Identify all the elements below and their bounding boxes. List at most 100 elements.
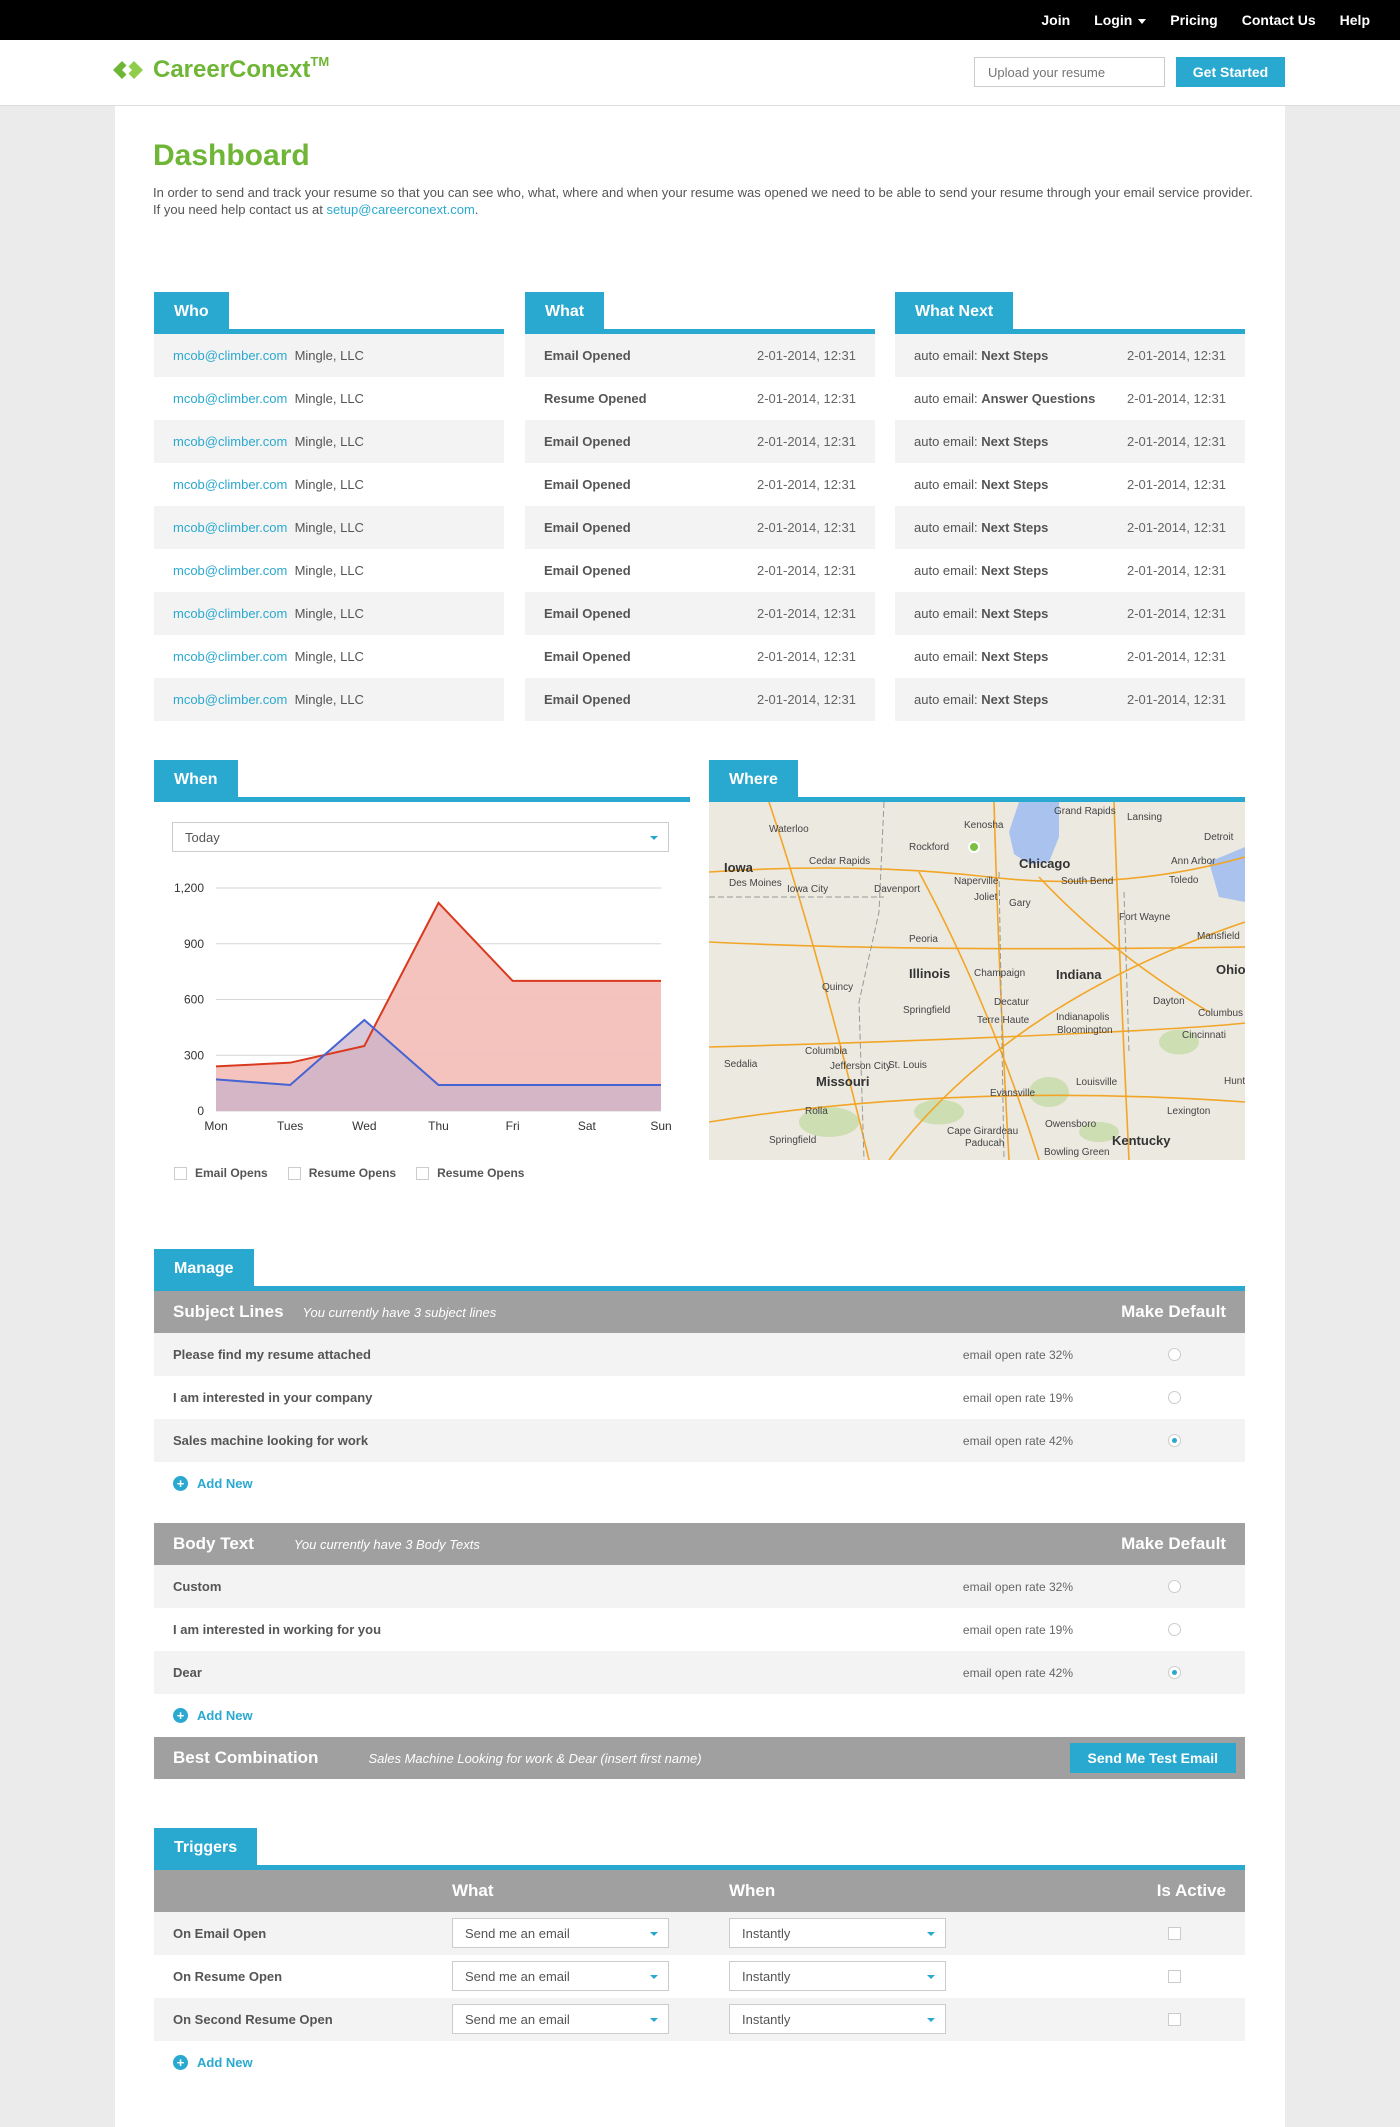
legend-checkbox[interactable] [287,1166,301,1180]
event: Email Opened [544,649,631,664]
contact-email-link[interactable]: mcob@climber.com [173,391,287,406]
lake-michigan [1009,802,1059,864]
nav-join[interactable]: Join [1041,12,1070,28]
y-tick-label: 0 [197,1104,204,1118]
when-column-header: When [729,1881,776,1900]
contact-email-link[interactable]: mcob@climber.com [173,477,287,492]
company: Mingle, LLC [294,649,364,664]
make-default-radio[interactable] [1168,1348,1181,1361]
top-nav: Join Login Pricing Contact Us Help [1017,0,1370,40]
what-tab: What [525,292,605,329]
is-active-checkbox[interactable] [1168,1970,1181,1983]
map-label: Owensboro [1045,1119,1097,1130]
contact-email-link[interactable]: mcob@climber.com [173,649,287,664]
body-text-row: Custom email open rate 32% [154,1565,1245,1608]
map-label: Des Moines [729,878,782,889]
make-default-radio[interactable] [1168,1623,1181,1636]
map-label: Cincinnati [1182,1030,1226,1041]
trigger-what-select[interactable]: Send me an email [452,2004,669,2034]
support-email-link[interactable]: setup@careerconext.com [326,202,474,217]
logo[interactable]: CareerConextTM [113,54,329,84]
series-area [216,902,661,1111]
trigger-row: On Second Resume Open Send me an email I… [154,1998,1245,2041]
map-label: Cedar Rapids [809,856,870,867]
when-tab-line [154,797,690,802]
triggers-tab: Triggers [154,1828,258,1865]
contact-email-link[interactable]: mcob@climber.com [173,434,287,449]
nav-contact[interactable]: Contact Us [1242,12,1316,28]
map-label: Gary [1009,898,1031,909]
legend-checkbox[interactable] [416,1166,430,1180]
add-body-text-button[interactable]: + Add New [154,1694,1245,1737]
location-pin-icon[interactable] [968,841,980,853]
location-map[interactable]: Grand Rapids Lansing Detroit Waterloo Kenosh… [709,802,1245,1160]
manage-section: Manage Subject Lines You currently have … [154,1249,1245,1779]
action: Next Steps [981,649,1049,664]
body-text-row: Dear email open rate 42% [154,1651,1245,1694]
timestamp: 2-01-2014, 12:31 [1126,520,1226,535]
body-text-title: Body Text [173,1534,254,1553]
make-default-label: Make Default [1121,1302,1226,1321]
map-label: Indiana [1056,967,1102,982]
trigger-what-select[interactable]: Send me an email [452,1961,669,1991]
get-started-button[interactable]: Get Started [1176,57,1285,87]
make-default-radio[interactable] [1168,1666,1181,1679]
y-tick-label: 300 [184,1048,204,1062]
trigger-when-select[interactable]: Instantly [729,1918,946,1948]
contact-email-link[interactable]: mcob@climber.com [173,692,287,707]
who-row: mcob@climber.com Mingle, LLC [154,592,504,635]
map-label: Ohio [1216,962,1245,977]
trigger-what-select[interactable]: Send me an email [452,1918,669,1948]
x-tick-label: Tues [277,1119,303,1133]
action: Next Steps [981,563,1049,578]
legend-item[interactable]: Email Opens [174,1166,268,1180]
contact-email-link[interactable]: mcob@climber.com [173,520,287,535]
make-default-radio[interactable] [1168,1580,1181,1593]
date-range-select[interactable]: Today [172,822,669,852]
is-active-checkbox[interactable] [1168,2013,1181,2026]
trigger-when-select[interactable]: Instantly [729,1961,946,1991]
contact-email-link[interactable]: mcob@climber.com [173,606,287,621]
trigger-what-value: Send me an email [465,2011,570,2027]
what-next-section: What Next auto email: Next Steps 2-01-201… [895,292,1245,721]
send-test-email-button[interactable]: Send Me Test Email [1069,1743,1236,1773]
make-default-radio[interactable] [1168,1434,1181,1447]
body-text-name: I am interested in working for you [173,1622,382,1637]
prefix: auto email: [914,649,978,664]
map-label: Paducah [965,1138,1004,1149]
what-next-row: auto email: Next Steps 2-01-2014, 12:31 [895,549,1245,592]
map-background [709,802,1245,1160]
nav-help[interactable]: Help [1340,12,1370,28]
chevron-down-icon [650,1975,658,1979]
body-text-name: Custom [173,1579,222,1594]
site-header: CareerConextTM Get Started [0,40,1400,106]
company: Mingle, LLC [294,477,364,492]
contact-email-link[interactable]: mcob@climber.com [173,348,287,363]
prefix: auto email: [914,692,978,707]
add-trigger-button[interactable]: + Add New [154,2041,1245,2084]
add-subject-line-button[interactable]: + Add New [154,1462,1245,1505]
event: Email Opened [544,606,631,621]
who-row: mcob@climber.com Mingle, LLC [154,506,504,549]
map-label: Iowa City [787,884,828,895]
body-text-row: I am interested in working for you email … [154,1608,1245,1651]
contact-email-link[interactable]: mcob@climber.com [173,563,287,578]
what-row: Email Opened 2-01-2014, 12:31 [525,506,875,549]
company: Mingle, LLC [294,348,364,363]
is-active-checkbox[interactable] [1168,1927,1181,1940]
trigger-row: On Email Open Send me an email Instantly [154,1912,1245,1955]
map-label: Dayton [1153,996,1185,1007]
map-label: Mansfield [1197,931,1240,942]
nav-login[interactable]: Login [1094,12,1147,28]
make-default-radio[interactable] [1168,1391,1181,1404]
legend-item[interactable]: Resume Opens [416,1166,524,1180]
upload-resume-input[interactable] [974,57,1165,87]
trigger-when-select[interactable]: Instantly [729,2004,946,2034]
timestamp: 2-01-2014, 12:31 [1126,348,1226,363]
legend-checkbox[interactable] [174,1166,187,1180]
nav-pricing[interactable]: Pricing [1170,12,1217,28]
map-label: Naperville [954,876,999,887]
legend-item[interactable]: Resume Opens [287,1166,396,1180]
where-tab: Where [709,760,798,797]
chevron-down-icon [927,2018,935,2022]
